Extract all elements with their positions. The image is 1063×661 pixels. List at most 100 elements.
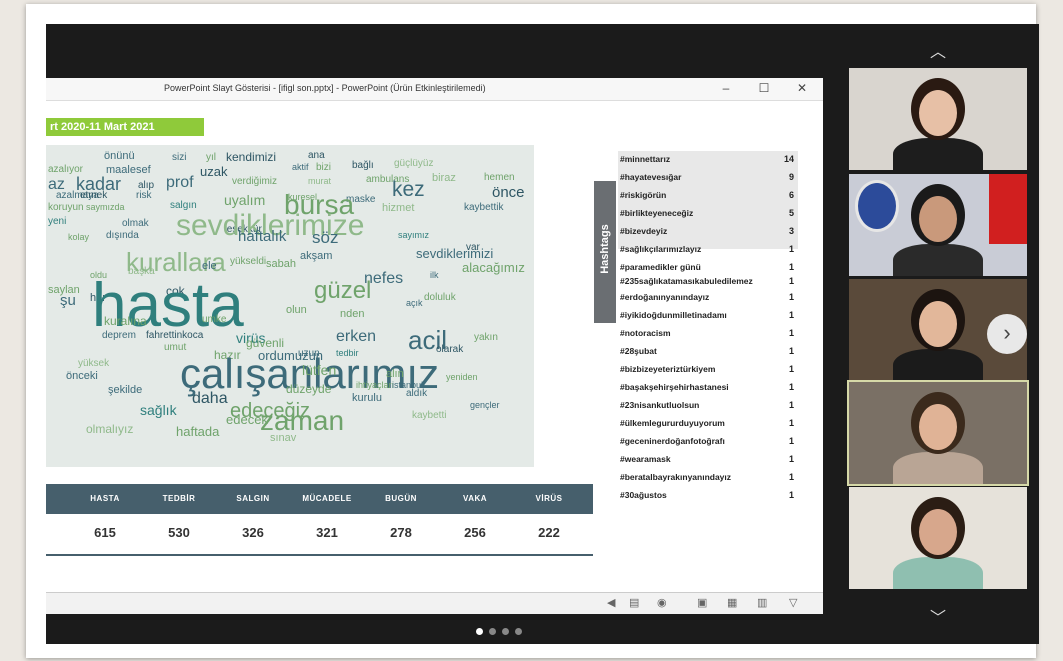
- page-dot-2[interactable]: [489, 628, 496, 635]
- hashtag-count: 1: [788, 490, 794, 500]
- hashtag-count: 6: [788, 190, 794, 200]
- participant-body: [893, 452, 983, 484]
- word-cloud-term: yeni: [48, 216, 67, 227]
- word-cloud-term: şekilde: [108, 384, 143, 396]
- participant-video-tile[interactable]: [849, 174, 1027, 276]
- table-cell: 615: [94, 525, 116, 540]
- page-dot-1[interactable]: [476, 628, 483, 635]
- hashtag-label: #sağlıkçılarımızlayız: [620, 244, 702, 254]
- hashtag-label: #30ağustos: [620, 490, 667, 500]
- word-cloud-term: kendimizi: [226, 150, 277, 164]
- hashtag-count: 9: [788, 172, 794, 182]
- hashtag-count: 1: [788, 418, 794, 428]
- word-cloud-term: yakın: [474, 332, 498, 343]
- hashtag-row: #23nisankutluolsun 1: [618, 397, 798, 415]
- hashtag-label: #28şubat: [620, 346, 657, 356]
- date-range-label: rt 2020-11 Mart 2021: [46, 118, 204, 136]
- pagination-dots[interactable]: [476, 622, 528, 640]
- participant-video-tile[interactable]: [847, 380, 1029, 486]
- scroll-down-icon[interactable]: ﹀: [930, 604, 946, 628]
- word-cloud-term: bizi: [316, 162, 332, 173]
- word-cloud-term: lütfen: [302, 362, 337, 378]
- hashtag-count: 3: [788, 226, 794, 236]
- word-cloud-term: kuralına: [104, 314, 147, 328]
- table-row: 615 530 326 321 278 256 222: [46, 514, 593, 556]
- maximize-button[interactable]: ☐: [756, 81, 772, 95]
- word-cloud-term: daha: [192, 390, 228, 407]
- participant-face: [919, 404, 957, 450]
- word-cloud-term: hizmet: [382, 202, 415, 214]
- table-header-cell: BUGÜN: [385, 494, 417, 503]
- hashtag-row: #bizevdeyiz 3: [618, 223, 798, 241]
- hashtag-count: 1: [788, 346, 794, 356]
- slideshow-icon[interactable]: ▥: [757, 596, 767, 609]
- table-header-cell: MÜCADELE: [302, 494, 352, 503]
- reading-view-icon[interactable]: ◉: [657, 596, 667, 609]
- page-dot-4[interactable]: [515, 628, 522, 635]
- hashtag-label: #hayatevesığar: [620, 172, 682, 182]
- hashtag-label: #geceninerdoğanfotoğrafı: [620, 436, 725, 446]
- grid-view-icon[interactable]: ▦: [727, 596, 737, 609]
- word-cloud-term: zaman: [260, 405, 345, 436]
- hashtag-row: #notoracism 1: [618, 325, 798, 343]
- hashtag-count: 1: [788, 454, 794, 464]
- hashtag-row: #geceninerdoğanfotoğrafı 1: [618, 433, 798, 451]
- word-cloud-term: açık: [406, 298, 423, 308]
- hashtag-label: #riskigörün: [620, 190, 667, 200]
- hashtag-label: #bizbizeyeteriztürkiyem: [620, 364, 716, 374]
- hashtag-label: #birlikteyeneceğiz: [620, 208, 694, 218]
- hashtags-heading-bar: Hashtags: [594, 181, 616, 323]
- prev-slide-icon[interactable]: ◀: [607, 596, 615, 609]
- word-cloud-term: düzeyde: [286, 382, 332, 396]
- menu-icon[interactable]: ▽: [789, 596, 797, 609]
- word-cloud-term: sizi: [172, 152, 187, 163]
- hashtag-count: 1: [788, 328, 794, 338]
- hashtag-label: #wearamask: [620, 454, 671, 464]
- hashtag-row: #iyikidoğdunmilletinadamı 1: [618, 307, 798, 325]
- hashtag-row: #28şubat 1: [618, 343, 798, 361]
- page-dot-3[interactable]: [502, 628, 509, 635]
- participant-video-tile[interactable]: [849, 68, 1027, 170]
- next-page-button[interactable]: ›: [987, 314, 1027, 354]
- word-cloud-term: önce: [492, 184, 525, 201]
- word-cloud-term: kaybettik: [464, 202, 504, 213]
- hashtag-label: #bizevdeyiz: [620, 226, 668, 236]
- close-button[interactable]: ✕: [794, 81, 810, 95]
- participant-video-tile[interactable]: [849, 487, 1027, 589]
- word-cloud-term: biraz: [432, 172, 456, 184]
- word-cloud-term: sayımız: [398, 230, 430, 240]
- table-cell: 256: [464, 525, 486, 540]
- word-cloud-term: sevdiklerimizi: [416, 246, 494, 261]
- word-cloud-term: alacağımız: [462, 260, 525, 275]
- table-header-cell: SALGIN: [236, 494, 270, 503]
- word-cloud-term: şu: [60, 292, 76, 309]
- word-cloud-term: haftada: [176, 424, 220, 439]
- word-cloud-term: yıl: [206, 152, 216, 163]
- hashtag-row: #beratalbayrakınyanındayız 1: [618, 469, 798, 487]
- participant-body: [893, 349, 983, 381]
- hashtag-count: 1: [788, 364, 794, 374]
- word-cloud-term: kaybetti: [412, 410, 447, 421]
- hashtag-label: #iyikidoğdunmilletinadamı: [620, 310, 727, 320]
- word-cloud-term: aldık: [406, 388, 428, 399]
- word-cloud: önünü sizi yıl kendimizi ana azalıyor maalesef…: [46, 145, 534, 467]
- normal-view-icon[interactable]: ▣: [697, 596, 707, 609]
- hashtag-label: #beratalbayrakınyanındayız: [620, 472, 732, 482]
- minimize-button[interactable]: –: [718, 81, 734, 95]
- word-cloud-term: kez: [392, 178, 425, 201]
- word-cloud-term: erken: [336, 328, 377, 345]
- word-cloud-term: olun: [286, 304, 307, 316]
- scroll-up-icon[interactable]: ︿: [930, 38, 946, 62]
- word-cloud-term: kurulu: [352, 392, 382, 404]
- hashtag-count: 1: [788, 244, 794, 254]
- hashtag-label: #235sağlıkatamasıkabuledilemez: [620, 276, 753, 286]
- table-cell: 326: [242, 525, 264, 540]
- hashtag-label: #minnettarız: [620, 154, 671, 164]
- word-cloud-term: haftalık: [238, 228, 287, 245]
- word-cloud-term: yeniden: [446, 372, 478, 382]
- hashtags-heading: Hashtags: [599, 224, 611, 274]
- word-frequency-table: HASTA TEDBİR SALGIN MÜCADELE BUGÜN VAKA VİRÜS …: [46, 484, 593, 556]
- slide-sorter-icon[interactable]: ▤: [629, 596, 639, 609]
- word-cloud-term: önceki: [66, 370, 98, 382]
- hashtag-row: #bizbizeyeteriztürkiyem 1: [618, 361, 798, 379]
